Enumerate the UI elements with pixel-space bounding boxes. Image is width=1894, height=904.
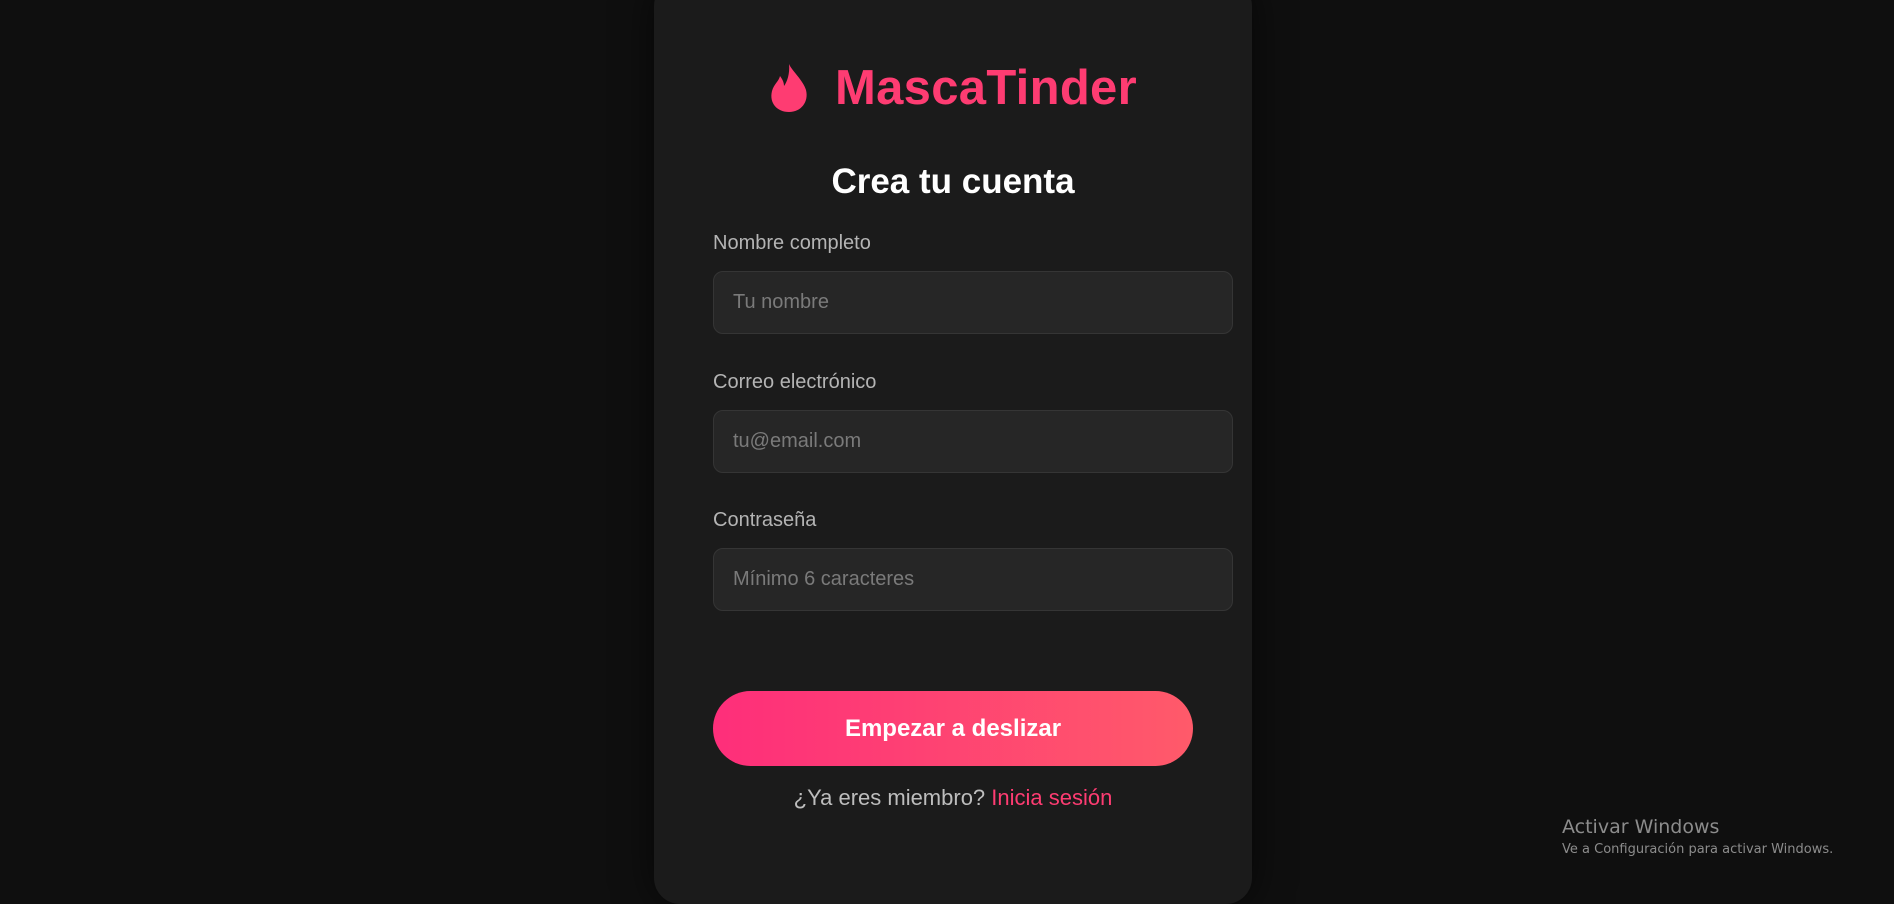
brand-logo: MascaTinder [654,62,1252,114]
watermark-subtitle: Ve a Configuración para activar Windows. [1562,841,1834,857]
flame-icon [771,64,807,112]
watermark-title: Activar Windows [1562,816,1720,838]
email-label: Correo electrónico [713,371,877,393]
login-prompt: ¿Ya eres miembro? Inicia sesión [654,785,1252,811]
page-title: Crea tu cuenta [831,162,1075,201]
submit-button[interactable]: Empezar a deslizar [713,691,1193,766]
name-label: Nombre completo [713,232,871,254]
page: MascaTinder Crea tu cuenta Nombre comple… [0,0,1894,904]
brand-name: MascaTinder [835,60,1137,115]
windows-activation-watermark: Activar Windows Ve a Configuración para … [1562,816,1833,857]
login-link[interactable]: Inicia sesión [991,785,1112,810]
name-input[interactable] [713,271,1233,334]
email-input[interactable] [713,410,1233,473]
login-prompt-text: ¿Ya eres miembro? [793,785,992,810]
password-input[interactable] [713,548,1233,611]
password-label: Contraseña [713,509,817,531]
signup-card: MascaTinder Crea tu cuenta Nombre comple… [654,0,1252,904]
